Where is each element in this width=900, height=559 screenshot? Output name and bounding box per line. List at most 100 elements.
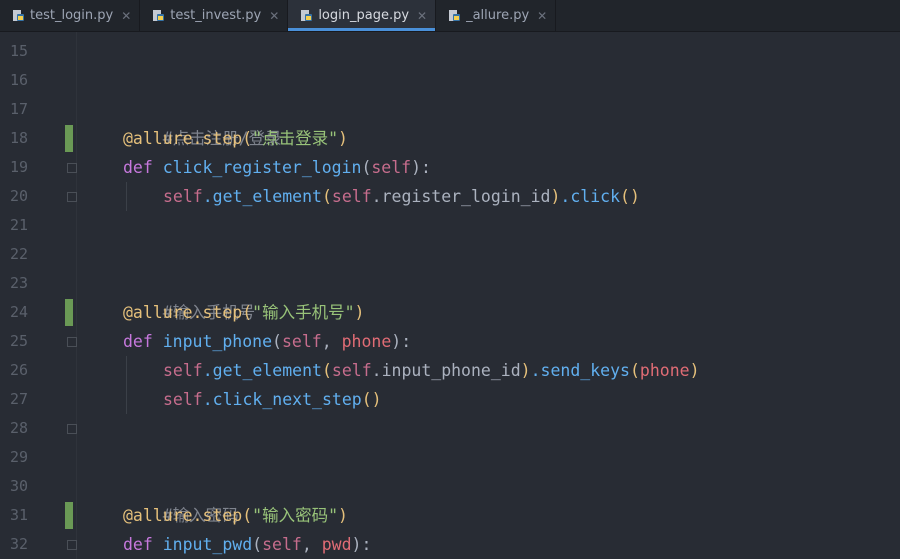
code-line-26: self.get_element(self.input_phone_id).se… xyxy=(163,356,700,385)
parameter: phone xyxy=(341,332,392,351)
python-file-icon xyxy=(12,9,25,22)
paren: ( xyxy=(321,187,332,206)
paren: ( xyxy=(272,332,282,351)
method-call: .click xyxy=(560,187,621,206)
method-call: .get_element xyxy=(202,361,322,380)
fold-icon[interactable] xyxy=(67,424,77,434)
python-file-icon xyxy=(448,9,461,22)
paren: ): xyxy=(411,158,431,177)
tab-label: test_invest.py xyxy=(170,8,262,23)
method-call: .get_element xyxy=(202,187,322,206)
fold-icon[interactable] xyxy=(67,163,77,173)
code-editor[interactable]: 15 16 17 18 19 20 21 22 23 24 25 26 27 2… xyxy=(0,32,900,559)
decorator: @allure.step( xyxy=(123,303,253,322)
line-number: 20 xyxy=(10,187,29,205)
tab-test-login[interactable]: test_login.py ✕ xyxy=(0,0,141,31)
function-name: input_pwd xyxy=(162,535,253,554)
paren: ) xyxy=(354,303,365,322)
line-number: 27 xyxy=(10,390,29,408)
gutter-separator xyxy=(76,32,77,559)
close-icon[interactable]: ✕ xyxy=(417,9,427,23)
attribute: .input_phone_id xyxy=(371,361,521,380)
tab-label: _allure.py xyxy=(466,8,530,23)
paren: ( xyxy=(321,361,332,380)
decorator: @allure.step( xyxy=(123,129,253,148)
fold-icon[interactable] xyxy=(67,540,77,550)
code-line-18: @allure.step("点击登录") xyxy=(123,124,348,153)
line-number: 16 xyxy=(10,71,29,89)
change-marker[interactable] xyxy=(65,125,73,152)
self-ref: self xyxy=(331,187,372,206)
attribute: .register_login_id xyxy=(371,187,551,206)
tab-test-invest[interactable]: test_invest.py ✕ xyxy=(140,0,289,31)
line-number: 30 xyxy=(10,477,29,495)
comma: , xyxy=(321,332,342,351)
change-marker[interactable] xyxy=(65,299,73,326)
paren: ): xyxy=(351,535,372,554)
comma: , xyxy=(301,535,322,554)
line-number: 15 xyxy=(10,42,29,60)
close-icon[interactable]: ✕ xyxy=(121,9,131,23)
keyword: def xyxy=(123,158,163,177)
line-number: 18 xyxy=(10,129,29,147)
python-file-icon xyxy=(300,9,313,22)
self-ref: self xyxy=(163,187,203,206)
paren: ( xyxy=(629,361,640,380)
line-number: 28 xyxy=(10,419,29,437)
decorator: @allure.step( xyxy=(123,506,253,525)
line-number: 17 xyxy=(10,100,29,118)
argument: phone xyxy=(639,361,690,380)
line-number: 29 xyxy=(10,448,29,466)
code-line-25: def input_phone(self, phone): xyxy=(123,327,411,356)
close-icon[interactable]: ✕ xyxy=(537,9,547,23)
paren: ( xyxy=(361,158,372,177)
string-literal: "输入密码" xyxy=(252,506,339,525)
line-number: 25 xyxy=(10,332,29,350)
paren: ) xyxy=(550,187,561,206)
code-line-19: def click_register_login(self): xyxy=(123,153,431,182)
code-line-30: #输入密码 xyxy=(123,472,239,525)
tab-login-page[interactable]: login_page.py ✕ xyxy=(288,0,437,31)
self-param: self xyxy=(371,158,412,177)
code-line-31: @allure.step("输入密码") xyxy=(123,501,348,530)
function-name: input_phone xyxy=(162,332,273,351)
function-name: click_register_login xyxy=(162,158,362,177)
string-literal: "点击登录" xyxy=(252,129,339,148)
paren: ) xyxy=(520,361,531,380)
string-literal: "输入手机号" xyxy=(252,303,355,322)
change-marker[interactable] xyxy=(65,502,73,529)
fold-icon[interactable] xyxy=(67,337,77,347)
python-file-icon xyxy=(152,9,165,22)
method-call: .send_keys xyxy=(530,361,630,380)
line-number: 26 xyxy=(10,361,29,379)
fold-icon[interactable] xyxy=(67,192,77,202)
editor-tab-bar: test_login.py ✕ test_invest.py ✕ login_p… xyxy=(0,0,900,32)
line-number: 19 xyxy=(10,158,29,176)
method-call: .click_next_step xyxy=(202,390,362,409)
paren: () xyxy=(361,390,382,409)
self-ref: self xyxy=(163,390,203,409)
paren: ): xyxy=(391,332,412,351)
line-number: 24 xyxy=(10,303,29,321)
self-ref: self xyxy=(331,361,372,380)
line-number: 21 xyxy=(10,216,29,234)
code-line-20: self.get_element(self.register_login_id)… xyxy=(163,182,640,211)
indent-guide xyxy=(126,356,127,414)
self-ref: self xyxy=(163,361,203,380)
keyword: def xyxy=(123,535,163,554)
paren: ) xyxy=(338,129,348,148)
tab-label: login_page.py xyxy=(318,8,410,23)
paren: ( xyxy=(252,535,263,554)
line-number: 22 xyxy=(10,245,29,263)
self-param: self xyxy=(262,535,302,554)
tab-allure[interactable]: _allure.py ✕ xyxy=(436,0,557,31)
keyword: def xyxy=(123,332,163,351)
line-number: 23 xyxy=(10,274,29,292)
code-line-27: self.click_next_step() xyxy=(163,385,382,414)
line-number: 32 xyxy=(10,535,29,553)
line-number: 31 xyxy=(10,506,29,524)
indent-guide xyxy=(126,182,127,211)
close-icon[interactable]: ✕ xyxy=(269,9,279,23)
paren: ) xyxy=(689,361,700,380)
code-line-32: def input_pwd(self, pwd): xyxy=(123,530,371,559)
